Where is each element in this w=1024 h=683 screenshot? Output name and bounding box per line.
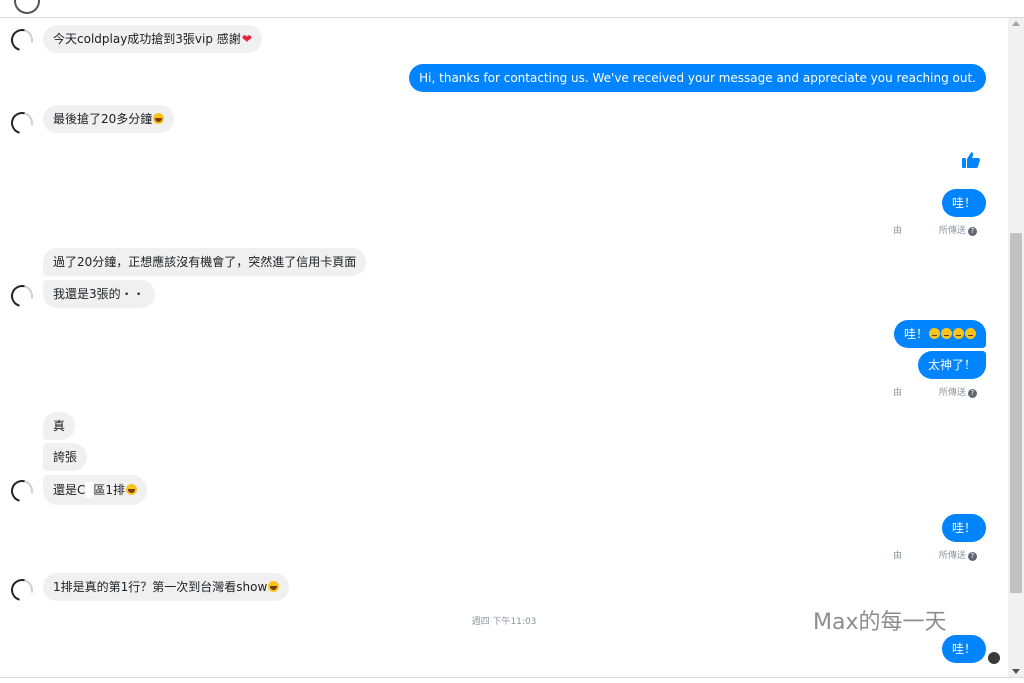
incoming-message[interactable]: 誇張 [43,443,88,471]
message-text: 區1排 [93,483,126,497]
laughing-emoji-icon [126,484,138,495]
incoming-message[interactable]: 我還是3張的・・ [43,280,155,308]
avatar [14,0,40,14]
heart-icon: ❤ [241,32,252,46]
incoming-message[interactable]: 最後搶了20多分鐘 [43,105,175,133]
flushed-emoji-icon [941,328,952,339]
contact-avatar[interactable] [6,574,38,606]
flushed-emoji-icon [929,328,940,339]
message-text: 我還是3張的・・ [53,287,145,301]
incoming-message[interactable]: 真 [43,412,76,440]
contact-avatar[interactable] [6,107,38,139]
outgoing-message[interactable]: 哇！ [941,635,986,663]
vertical-scrollbar[interactable] [1008,18,1024,677]
message-text: 1排是真的第1行？第一次到台灣看show [53,580,268,594]
seen-receipt: 由 所傳送? [893,223,977,236]
message-list[interactable]: 今天coldplay成功搶到3張vip 感謝❤ Hi, thanks for c… [0,18,1008,677]
contact-avatar[interactable] [6,475,38,507]
message-text: 過了20分鐘，正想應該沒有機會了，突然進了信用卡頁面 [53,255,357,269]
seen-receipt: 由 所傳送? [893,385,977,398]
incoming-message[interactable]: 1排是真的第1行？第一次到台灣看show [43,573,290,601]
thumbs-up-icon[interactable] [961,151,981,169]
question-icon[interactable]: ? [967,389,977,398]
scroll-thumb[interactable] [1010,233,1022,593]
message-text: 哇！ [951,642,976,656]
top-bar [0,0,1024,18]
laughing-emoji-icon [153,113,165,124]
flushed-emoji-icon [965,328,976,339]
scroll-down-icon[interactable] [1012,669,1020,674]
seen-receipt: 由 所傳送? [893,548,977,561]
message-text: 誇張 [53,450,78,464]
message-text: 哇！ [903,327,928,341]
message-text: 太神了！ [927,358,976,372]
message-text: 哇！ [951,521,976,535]
outgoing-message[interactable]: Hi, thanks for contacting us. We've rece… [409,64,986,92]
outgoing-message[interactable]: 太神了！ [917,351,986,379]
message-text: 最後搶了20多分鐘 [53,112,153,126]
message-text: 哇！ [951,196,976,210]
incoming-message[interactable]: 還是C 區1排 [43,475,148,505]
question-icon[interactable]: ? [967,552,977,561]
outgoing-message[interactable]: 哇！ [941,189,986,217]
message-text: 真 [53,419,66,433]
question-icon[interactable]: ? [967,227,977,236]
contact-avatar[interactable] [6,24,38,56]
contact-avatar[interactable] [6,280,38,312]
message-text: 還是C [53,483,86,497]
bottom-bar [0,677,1024,683]
message-text: 今天coldplay成功搶到3張vip 感謝 [53,32,241,46]
scroll-up-icon[interactable] [1012,21,1020,26]
flushed-emoji-icon [953,328,964,339]
outgoing-message[interactable]: 哇！ [941,514,986,542]
incoming-message[interactable]: 過了20分鐘，正想應該沒有機會了，突然進了信用卡頁面 [43,248,367,276]
laughing-emoji-icon [268,581,280,592]
message-text: Hi, thanks for contacting us. We've rece… [419,71,976,85]
outgoing-message[interactable]: 哇！ [893,320,986,348]
seen-avatar [988,652,1000,664]
watermark: Max的每一天 [813,610,947,635]
incoming-message[interactable]: 今天coldplay成功搶到3張vip 感謝❤ [43,25,262,53]
